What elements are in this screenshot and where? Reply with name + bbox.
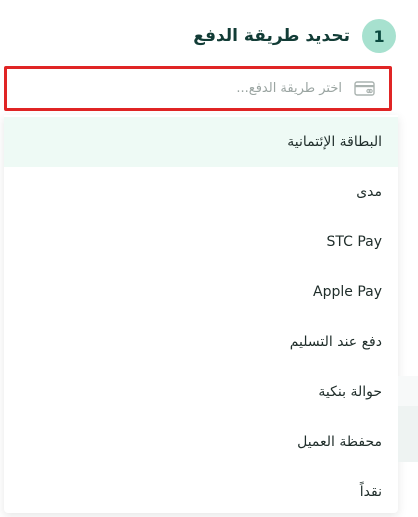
option-mada[interactable]: مدى [4, 167, 398, 217]
step-header: 1 تحديد طريقة الدفع [193, 18, 396, 54]
payment-method-select[interactable]: اختر طريقة الدفع... [4, 66, 392, 111]
option-apple-pay[interactable]: Apple Pay [4, 267, 398, 317]
option-cash[interactable]: نقداً [4, 467, 398, 517]
option-customer-wallet[interactable]: محفظة العميل [4, 417, 398, 467]
payment-options-dropdown: البطاقة الإئتمانية مدى STC Pay Apple Pay… [4, 115, 398, 513]
option-bank-transfer[interactable]: حوالة بنكية [4, 367, 398, 417]
credit-card-icon [354, 81, 375, 96]
option-stc-pay[interactable]: STC Pay [4, 217, 398, 267]
option-credit-card[interactable]: البطاقة الإئتمانية [4, 117, 398, 167]
background-strip [398, 376, 418, 406]
step-number-badge: 1 [362, 19, 396, 53]
background-strip [398, 406, 418, 462]
step-title: تحديد طريقة الدفع [193, 26, 350, 46]
payment-select-placeholder: اختر طريقة الدفع... [236, 81, 342, 96]
option-cash-on-delivery[interactable]: دفع عند التسليم [4, 317, 398, 367]
